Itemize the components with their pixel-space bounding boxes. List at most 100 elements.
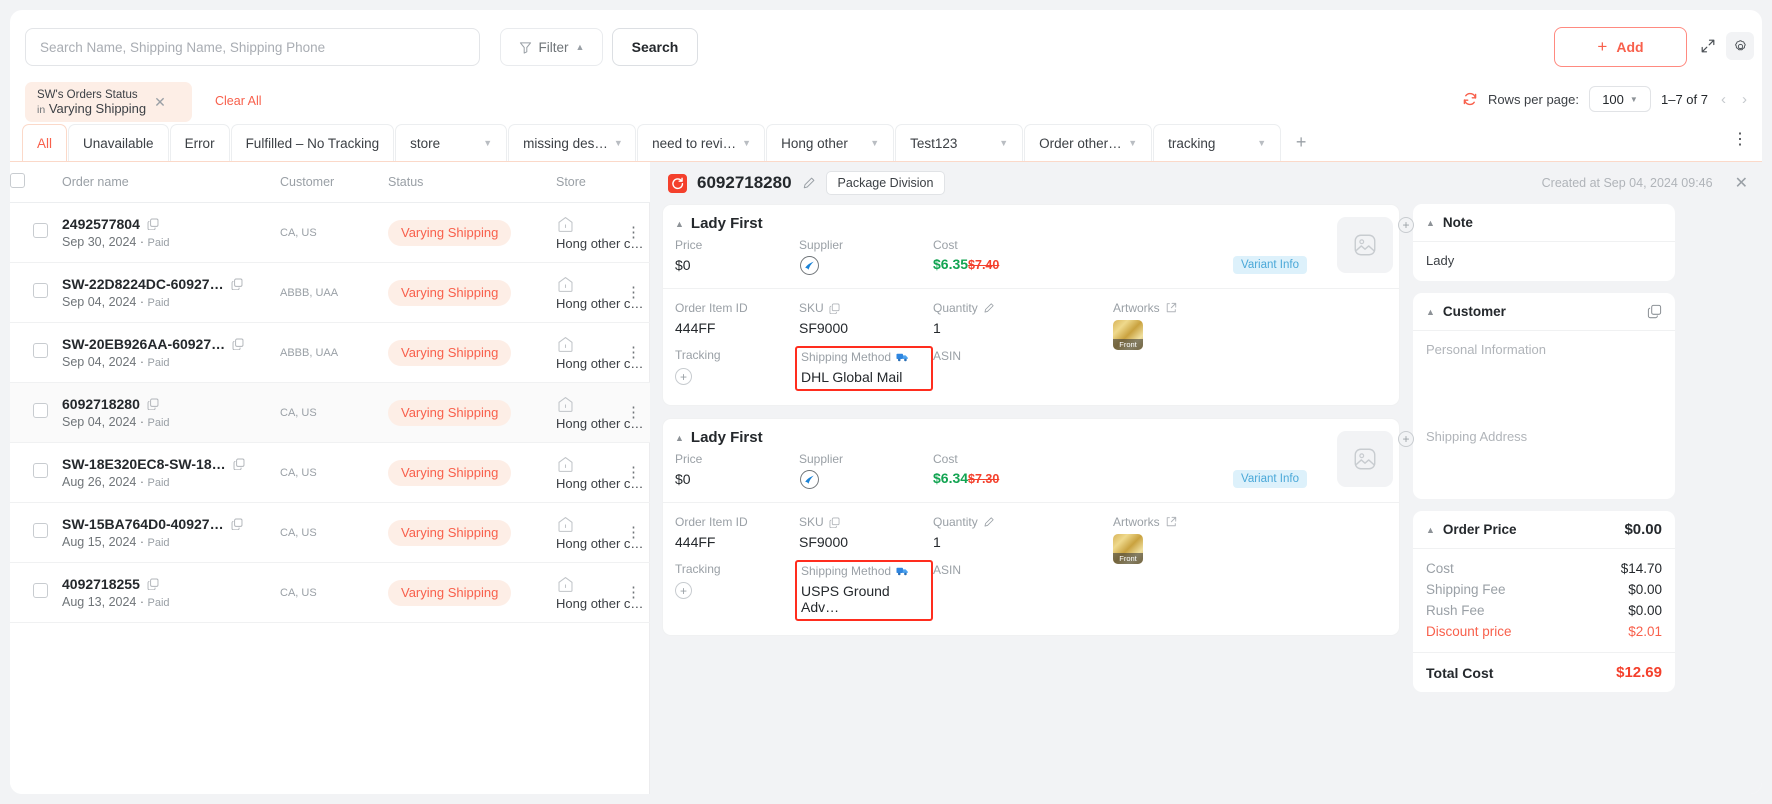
tab-store[interactable]: store ▼ (395, 124, 508, 161)
shipping-method-value[interactable]: USPS Ground Adv… (801, 583, 925, 615)
search-button[interactable]: Search (612, 28, 698, 66)
row-actions-cell: ⋮ (626, 442, 650, 503)
status-badge: Varying Shipping (388, 459, 512, 486)
edit-icon[interactable] (983, 516, 995, 528)
item-image-placeholder[interactable] (1337, 217, 1393, 273)
refresh-icon[interactable] (1462, 91, 1478, 107)
row-menu-icon[interactable]: ⋮ (626, 524, 641, 541)
table-row[interactable]: 4092718255 Aug 13, 2024 · Paid CA, US Va… (10, 562, 650, 623)
tab-error[interactable]: Error (169, 124, 230, 161)
filter-button[interactable]: Filter ▲ (500, 28, 603, 66)
next-page-button[interactable]: › (1739, 91, 1750, 108)
edit-icon[interactable] (983, 302, 995, 314)
note-value[interactable]: Lady (1413, 242, 1675, 281)
status-badge: Varying Shipping (388, 399, 512, 426)
search-input[interactable] (25, 28, 480, 66)
artwork-thumbnail[interactable]: Front (1113, 320, 1143, 350)
clear-all-button[interactable]: Clear All (215, 94, 262, 108)
add-tab-button[interactable]: + (1282, 124, 1320, 161)
tab-all[interactable]: All (22, 124, 68, 161)
table-row[interactable]: SW-20EB926AA-60927… Sep 04, 2024 · Paid … (10, 322, 650, 383)
add-tracking-icon[interactable]: + (675, 368, 692, 385)
copy-icon[interactable] (829, 517, 840, 528)
variant-info-badge[interactable]: Variant Info (1233, 256, 1307, 274)
customer-panel-header[interactable]: ▲ Customer (1413, 293, 1675, 331)
tab-unavailable[interactable]: Unavailable (68, 124, 169, 161)
status-badge: Varying Shipping (388, 579, 512, 606)
row-checkbox[interactable] (33, 582, 48, 598)
row-select-cell (10, 562, 62, 623)
package-division-button[interactable]: Package Division (825, 171, 946, 195)
prev-page-button[interactable]: ‹ (1718, 91, 1729, 108)
row-checkbox[interactable] (33, 342, 48, 358)
close-icon[interactable]: ✕ (1735, 173, 1748, 193)
tab-overflow-menu[interactable]: ⋮ (1732, 132, 1748, 148)
table-row[interactable]: SW-15BA764D0-40927… Aug 15, 2024 · Paid … (10, 502, 650, 563)
external-link-icon[interactable] (1165, 302, 1177, 314)
active-filter-chip[interactable]: SW's Orders Status in Varying Shipping ✕ (25, 82, 192, 122)
row-checkbox[interactable] (33, 222, 48, 238)
copy-icon[interactable] (231, 518, 243, 530)
orders-table-body: 2492577804 Sep 30, 2024 · Paid CA, US Va… (10, 202, 650, 623)
supplier-icon[interactable] (799, 255, 933, 276)
row-menu-icon[interactable]: ⋮ (626, 224, 641, 241)
tab-need-to-review[interactable]: need to revi… ▼ (637, 124, 766, 161)
table-row[interactable]: SW-18E320EC8-SW-18… Aug 26, 2024 · Paid … (10, 442, 650, 503)
copy-icon[interactable] (232, 338, 244, 350)
row-menu-icon[interactable]: ⋮ (626, 464, 641, 481)
expand-icon[interactable] (1694, 32, 1722, 60)
note-panel-header[interactable]: ▲ Note (1413, 204, 1675, 242)
item-title-row[interactable]: ▲ Lady First (675, 429, 1337, 446)
add-tracking-icon[interactable]: + (675, 582, 692, 599)
table-row[interactable]: 2492577804 Sep 30, 2024 · Paid CA, US Va… (10, 202, 650, 263)
collapse-triangle-icon[interactable]: ▲ (1426, 218, 1435, 228)
artwork-thumbnail[interactable]: Front (1113, 534, 1143, 564)
row-menu-icon[interactable]: ⋮ (626, 284, 641, 301)
item-image-placeholder[interactable] (1337, 431, 1393, 487)
row-menu-icon[interactable]: ⋮ (626, 584, 641, 601)
tab-hong-other[interactable]: Hong other ▼ (766, 124, 895, 161)
row-checkbox[interactable] (33, 522, 48, 538)
gear-icon[interactable] (1726, 32, 1754, 60)
copy-icon[interactable] (147, 218, 159, 230)
row-checkbox[interactable] (33, 462, 48, 478)
copy-icon[interactable] (829, 303, 840, 314)
external-link-icon[interactable] (1165, 516, 1177, 528)
collapse-triangle-icon[interactable]: ▲ (1426, 307, 1435, 317)
supplier-icon[interactable] (799, 469, 933, 490)
tab-tracking[interactable]: tracking ▼ (1153, 124, 1282, 161)
tab-fulfilled-no-tracking[interactable]: Fulfilled – No Tracking (230, 124, 395, 161)
tab-missing-description[interactable]: missing des… ▼ (508, 124, 637, 161)
order-price-panel-header[interactable]: ▲ Order Price $0.00 (1413, 511, 1675, 549)
shipping-method-value[interactable]: DHL Global Mail (801, 369, 925, 385)
copy-icon[interactable] (147, 578, 159, 590)
collapse-triangle-icon[interactable]: ▲ (675, 219, 684, 229)
add-button[interactable]: + Add (1554, 27, 1687, 67)
edit-icon[interactable] (802, 176, 816, 190)
price-value: $0 (675, 471, 691, 487)
tab-order-other[interactable]: Order other… ▼ (1024, 124, 1153, 161)
item-title-row[interactable]: ▲ Lady First (675, 215, 1337, 232)
chevron-down-icon: ▼ (870, 138, 880, 148)
copy-icon[interactable] (147, 398, 159, 410)
copy-icon[interactable] (233, 458, 245, 470)
row-menu-icon[interactable]: ⋮ (626, 404, 641, 421)
add-image-icon[interactable]: + (1398, 431, 1414, 447)
rows-per-page-select[interactable]: 100 ▼ (1589, 86, 1651, 112)
main-card: Filter ▲ Search + Add SW's Orders Status (10, 10, 1762, 794)
collapse-triangle-icon[interactable]: ▲ (1426, 525, 1435, 535)
remove-filter-icon[interactable]: ✕ (154, 95, 166, 109)
variant-info-badge[interactable]: Variant Info (1233, 470, 1307, 488)
table-row[interactable]: SW-22D8224DC-60927… Sep 04, 2024 · Paid … (10, 262, 650, 323)
select-all-checkbox[interactable] (10, 173, 25, 188)
table-row[interactable]: 6092718280 Sep 04, 2024 · Paid CA, US Va… (10, 382, 650, 443)
copy-icon[interactable] (1647, 304, 1662, 319)
field-cost: Cost $6.34$7.30 (933, 452, 1233, 490)
tab-test123[interactable]: Test123 ▼ (895, 124, 1024, 161)
collapse-triangle-icon[interactable]: ▲ (675, 433, 684, 443)
row-menu-icon[interactable]: ⋮ (626, 344, 641, 361)
add-image-icon[interactable]: + (1398, 217, 1414, 233)
row-checkbox[interactable] (33, 402, 48, 418)
copy-icon[interactable] (231, 278, 243, 290)
row-checkbox[interactable] (33, 282, 48, 298)
